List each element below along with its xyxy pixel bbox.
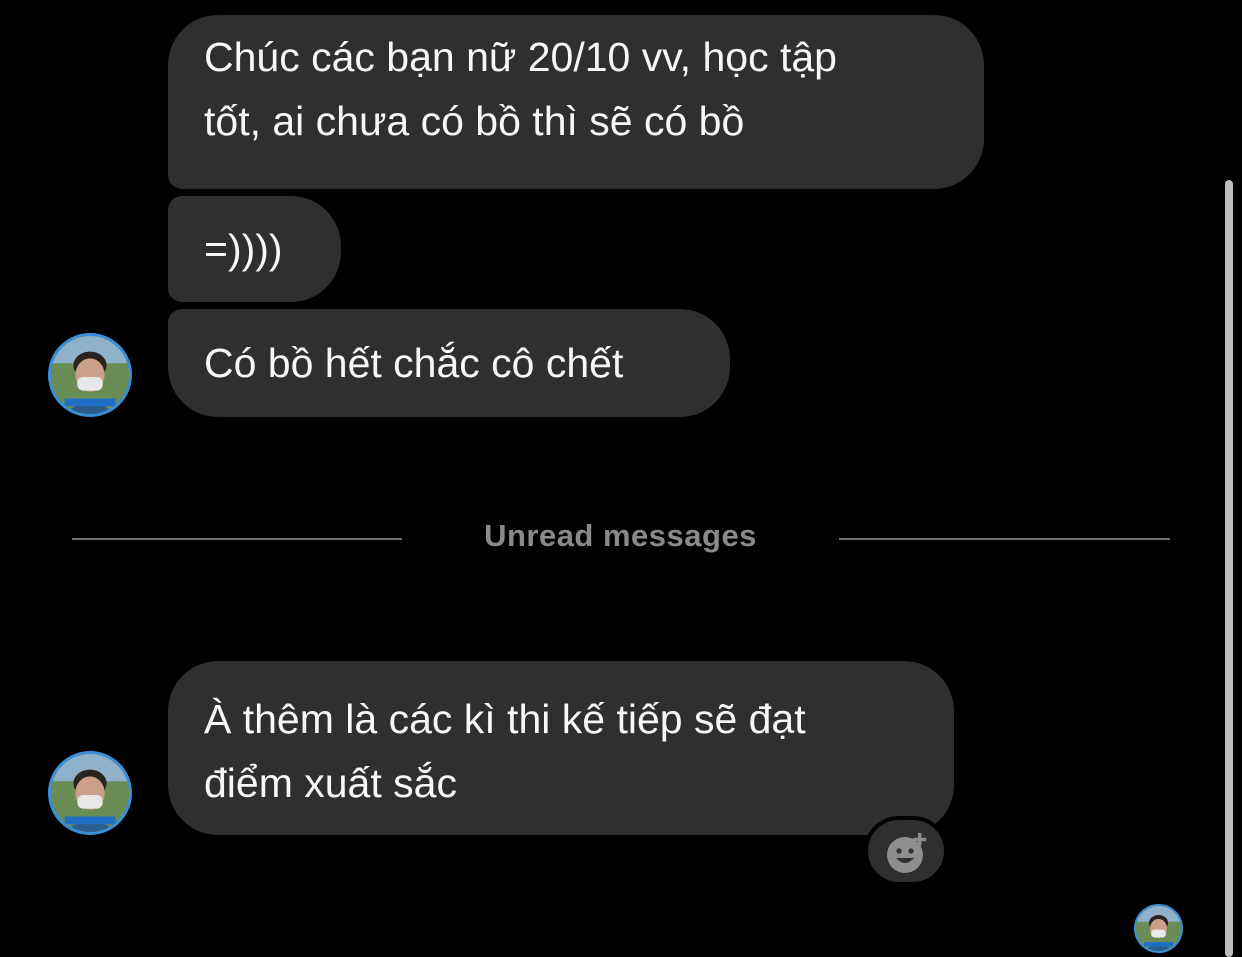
- avatar-image: [1136, 906, 1181, 951]
- add-reaction-smiley-icon: [887, 833, 927, 873]
- message-bubble[interactable]: Chúc các bạn nữ 20/10 vv, học tập tốt, a…: [168, 15, 984, 189]
- seen-avatar: [1134, 904, 1183, 953]
- message-line: tốt, ai chưa có bồ thì sẽ có bồ: [204, 98, 745, 144]
- message-line: Có bồ hết chắc cô chết: [204, 340, 624, 386]
- unread-divider-label: Unread messages: [484, 518, 757, 553]
- message-line: =)))): [204, 226, 283, 272]
- scrollbar[interactable]: [1225, 180, 1233, 957]
- message-bubble[interactable]: =)))): [168, 196, 341, 302]
- message-line: Chúc các bạn nữ 20/10 vv, học tập: [204, 34, 837, 80]
- divider-line-left: [72, 538, 402, 540]
- sender-avatar[interactable]: [48, 751, 132, 835]
- sender-avatar[interactable]: [48, 333, 132, 417]
- message-line: À thêm là các kì thi kế tiếp sẽ đạt: [204, 696, 806, 742]
- avatar-image: [51, 754, 129, 832]
- divider-line-right: [839, 538, 1170, 540]
- message-bubble[interactable]: Có bồ hết chắc cô chết: [168, 309, 730, 417]
- avatar-image: [51, 336, 129, 414]
- add-reaction-button[interactable]: [864, 816, 948, 886]
- message-line: điểm xuất sắc: [204, 760, 457, 806]
- message-bubble[interactable]: À thêm là các kì thi kế tiếp sẽ đạt điểm…: [168, 661, 954, 835]
